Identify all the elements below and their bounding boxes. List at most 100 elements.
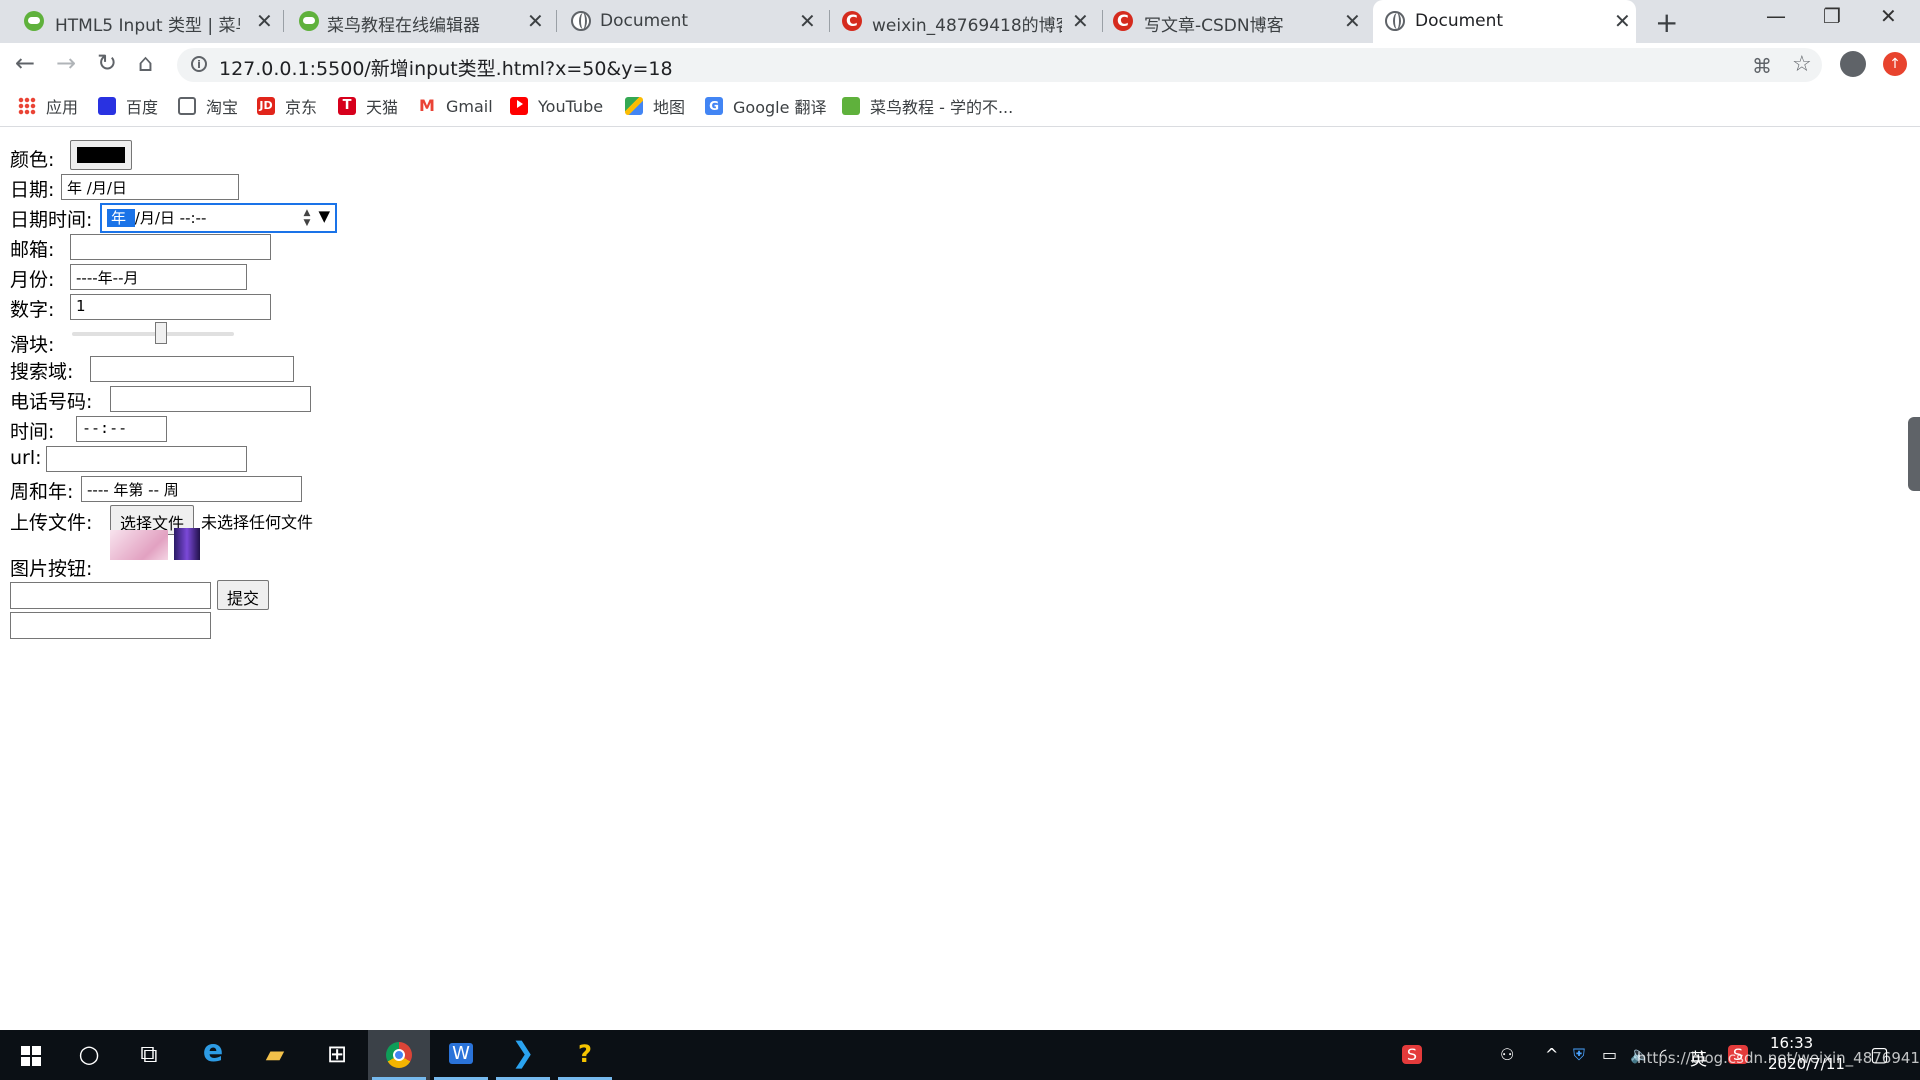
file-explorer-button[interactable]: ▰ — [244, 1030, 306, 1080]
store-icon: ⊞ — [326, 1040, 348, 1068]
profile-avatar-icon[interactable] — [1840, 51, 1866, 77]
close-icon[interactable]: ✕ — [1344, 9, 1361, 33]
window-close-button[interactable]: ✕ — [1880, 4, 1897, 28]
globe-icon — [571, 11, 591, 31]
tab-5[interactable]: 写文章-CSDN博客 ✕ — [1103, 0, 1373, 43]
new-tab-button[interactable]: + — [1655, 6, 1678, 39]
url-input[interactable] — [46, 446, 247, 472]
datetime-year-segment[interactable]: 年 — [107, 209, 135, 227]
time-input[interactable]: --:-- — [76, 416, 167, 442]
edge-button[interactable]: e — [182, 1030, 244, 1080]
close-icon[interactable]: ✕ — [1072, 9, 1089, 33]
tab-6-active[interactable]: Document ✕ — [1373, 0, 1636, 43]
url-text[interactable]: 127.0.0.1:5500/新增input类型.html?x=50&y=18 — [219, 54, 673, 81]
range-slider[interactable] — [10, 318, 250, 348]
translate-icon[interactable]: ⌘ — [1752, 54, 1772, 78]
bookmark-jd[interactable]: JD 京东 — [257, 95, 317, 117]
tab-title: Document — [1415, 11, 1504, 31]
bookmark-taobao[interactable]: 淘宝 — [178, 95, 238, 117]
vscode-icon: ❯ — [511, 1036, 535, 1069]
tray-app-icon[interactable]: S — [1402, 1045, 1422, 1064]
tab-title: Document — [600, 11, 689, 31]
dropdown-arrow-icon[interactable]: ▼ — [318, 207, 330, 225]
bookmark-tmall[interactable]: T 天猫 — [338, 95, 398, 117]
spinner-icon[interactable]: ▲▼ — [302, 208, 312, 228]
email-input[interactable] — [70, 234, 271, 260]
minimize-button[interactable]: — — [1766, 4, 1786, 28]
store-button[interactable]: ⊞ — [306, 1030, 368, 1080]
people-icon[interactable]: ⚇ — [1500, 1045, 1514, 1064]
bookmark-google-translate[interactable]: G Google 翻译 — [705, 95, 827, 117]
chevron-up-icon[interactable]: ^ — [1545, 1045, 1558, 1064]
tab-2[interactable]: 菜鸟教程在线编辑器 ✕ — [284, 0, 555, 43]
scroll-handle[interactable] — [1908, 417, 1920, 491]
search-button[interactable]: ○ — [58, 1030, 120, 1080]
back-icon[interactable]: ← — [15, 49, 35, 77]
tel-input[interactable] — [110, 386, 311, 412]
date-input[interactable]: 年 /月/日 — [61, 174, 239, 200]
image-submit-button[interactable] — [110, 528, 202, 562]
google-translate-icon: G — [705, 97, 723, 115]
month-input[interactable]: ----年--月 — [70, 264, 247, 290]
datetime-local-input[interactable]: 年 /月/日 --:-- ▲▼ ▼ — [100, 203, 337, 233]
text-input-1[interactable] — [10, 582, 211, 609]
bookmark-maps[interactable]: 地图 — [625, 95, 685, 117]
date-label: 日期: — [10, 179, 55, 201]
task-view-button[interactable]: ⧉ — [118, 1030, 180, 1080]
reload-icon[interactable]: ↻ — [97, 49, 117, 77]
baidu-icon — [98, 97, 116, 115]
month-label: 月份: — [10, 269, 55, 291]
runoob-icon — [299, 11, 319, 31]
chrome-icon — [386, 1042, 412, 1068]
extension-icon[interactable]: ↑ — [1883, 52, 1907, 76]
submit-button[interactable]: 提交 — [217, 580, 270, 610]
address-bar[interactable]: i 127.0.0.1:5500/新增input类型.html?x=50&y=1… — [177, 48, 1822, 82]
home-icon[interactable]: ⌂ — [138, 49, 153, 77]
start-button[interactable] — [0, 1030, 62, 1080]
slider-thumb[interactable] — [154, 322, 167, 344]
search-input[interactable] — [90, 356, 294, 382]
close-icon[interactable]: ✕ — [1614, 9, 1631, 33]
tel-label: 电话号码: — [10, 391, 93, 413]
bookmark-label: 菜鸟教程 - 学的不... — [870, 98, 1014, 117]
datetime-rest-segment[interactable]: /月/日 --:-- — [135, 209, 207, 227]
pinned-app-button[interactable]: ? — [554, 1030, 616, 1080]
close-icon[interactable]: ✕ — [799, 9, 816, 33]
wps-button[interactable]: W — [430, 1030, 492, 1080]
text-input-2[interactable] — [10, 612, 211, 639]
clock-time[interactable]: 16:33 — [1770, 1034, 1813, 1052]
close-icon[interactable]: ✕ — [527, 9, 544, 33]
tab-4[interactable]: weixin_48769418的博客_CSDN ✕ — [830, 0, 1101, 43]
bookmark-star-icon[interactable]: ☆ — [1792, 52, 1812, 77]
bookmark-baidu[interactable]: 百度 — [98, 95, 158, 117]
youtube-icon — [510, 97, 528, 115]
shield-icon[interactable]: ⛨ — [1573, 1045, 1585, 1065]
tab-3[interactable]: Document ✕ — [557, 0, 828, 43]
forward-icon[interactable]: → — [56, 49, 76, 77]
number-input[interactable]: 1 — [70, 294, 271, 320]
vscode-button[interactable]: ❯ — [492, 1030, 554, 1080]
email-label: 邮箱: — [10, 239, 55, 261]
color-input[interactable] — [70, 140, 132, 170]
info-icon[interactable]: i — [191, 56, 207, 72]
tmall-icon: T — [338, 97, 356, 115]
toolbar: ← → ↻ ⌂ i 127.0.0.1:5500/新增input类型.html?… — [0, 43, 1920, 86]
url-label: url: — [10, 447, 42, 469]
week-input[interactable]: ---- 年第 -- 周 — [81, 476, 302, 502]
image-thumbnail-2 — [174, 528, 200, 560]
bookmark-runoob[interactable]: 菜鸟教程 - 学的不... — [842, 95, 1013, 117]
close-icon[interactable]: ✕ — [256, 9, 273, 33]
notification-icon[interactable]: ▢ — [1870, 1042, 1889, 1066]
slider-track[interactable] — [72, 332, 234, 336]
tab-1[interactable]: HTML5 Input 类型 | 菜鸟教程 ✕ — [0, 0, 282, 43]
bookmark-apps[interactable]: 应用 — [18, 95, 78, 117]
chrome-button[interactable] — [368, 1030, 430, 1080]
maximize-button[interactable]: ❐ — [1823, 4, 1841, 28]
bookmark-gmail[interactable]: M Gmail — [418, 95, 493, 117]
wps-icon: W — [449, 1043, 473, 1064]
taskbar: ○ ⧉ e ▰ ⊞ W ❯ ? S ⚇ ^ ⛨ ▭ 🔈 ◜ 英 S https:… — [0, 1030, 1920, 1080]
bookmark-label: 天猫 — [366, 98, 399, 117]
bookmark-youtube[interactable]: YouTube — [510, 95, 603, 117]
clock-date[interactable]: 2020/7/11 — [1768, 1055, 1845, 1073]
battery-icon[interactable]: ▭ — [1602, 1045, 1617, 1064]
